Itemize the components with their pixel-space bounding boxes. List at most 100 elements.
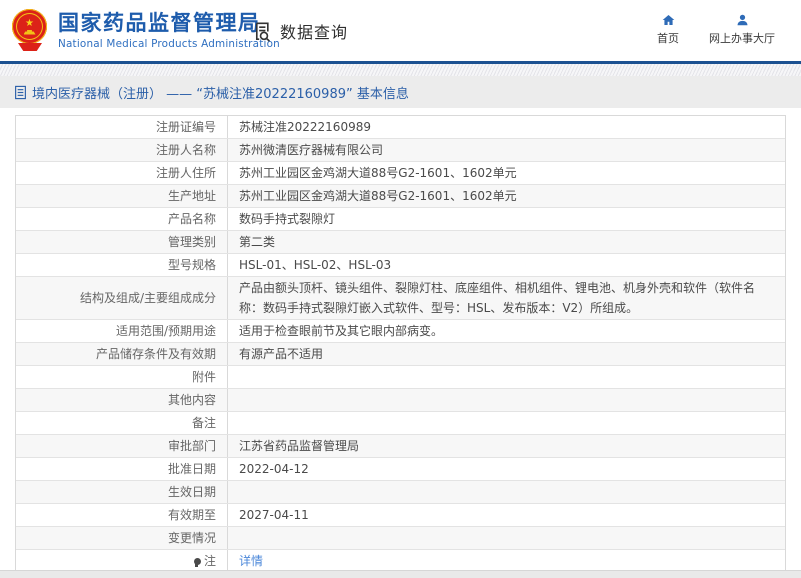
table-row: 产品名称 数码手持式裂隙灯	[16, 208, 785, 231]
row-label: 注册证编号	[16, 116, 228, 138]
agency-title: 国家药品监督管理局	[58, 11, 261, 35]
row-label-text: 批准日期	[167, 462, 216, 476]
row-label-text: 产品储存条件及有效期	[95, 347, 216, 361]
row-label: 审批部门	[16, 435, 228, 457]
table-row: 有效期至 2027-04-11	[16, 504, 785, 527]
row-label: 结构及组成/主要组成成分	[16, 277, 228, 319]
row-value	[228, 481, 785, 503]
row-value-text: 产品由额头顶杆、镜头组件、裂隙灯柱、底座组件、相机组件、锂电池、机身外壳和软件（…	[239, 281, 756, 315]
row-value: 2022-04-12	[228, 458, 785, 480]
row-label: 生产地址	[16, 185, 228, 207]
nav-online-hall-label: 网上办事大厅	[709, 32, 775, 45]
table-row: 适用范围/预期用途 适用于检查眼前节及其它眼内部病变。	[16, 320, 785, 343]
national-emblem-logo: ★	[12, 9, 48, 59]
row-label: 变更情况	[16, 527, 228, 549]
row-value-text: 苏州工业园区金鸡湖大道88号G2-1601、1602单元	[239, 189, 517, 203]
footer-strip	[0, 570, 801, 578]
home-icon	[662, 15, 674, 25]
table-row: 产品储存条件及有效期 有源产品不适用	[16, 343, 785, 366]
nav-home-label: 首页	[657, 32, 679, 45]
row-value	[228, 389, 785, 411]
row-value: HSL-01、HSL-02、HSL-03	[228, 254, 785, 276]
row-value-text: 2022-04-12	[239, 462, 309, 476]
row-label: 注册人住所	[16, 162, 228, 184]
row-label-text: 附件	[191, 370, 216, 384]
note-icon	[193, 557, 201, 567]
row-label: 批准日期	[16, 458, 228, 480]
table-row: 注册人住所 苏州工业园区金鸡湖大道88号G2-1601、1602单元	[16, 162, 785, 185]
document-search-icon	[255, 22, 270, 42]
tiananmen-icon	[23, 29, 36, 35]
table-row: 变更情况	[16, 527, 785, 550]
row-value-text: 苏械注准20222160989	[239, 120, 371, 134]
emblem-ribbon	[18, 43, 42, 51]
row-value: 苏州工业园区金鸡湖大道88号G2-1601、1602单元	[228, 185, 785, 207]
table-row: 备注	[16, 412, 785, 435]
row-label: 产品名称	[16, 208, 228, 230]
table-row: 管理类别 第二类	[16, 231, 785, 254]
top-nav: 首页 网上办事大厅	[657, 13, 775, 46]
row-label: 其他内容	[16, 389, 228, 411]
row-value: 数码手持式裂隙灯	[228, 208, 785, 230]
row-value-text: 数码手持式裂隙灯	[239, 212, 336, 226]
row-value: 有源产品不适用	[228, 343, 785, 365]
row-label-text: 生效日期	[167, 485, 216, 499]
table-row: 审批部门 江苏省药品监督管理局	[16, 435, 785, 458]
nav-data-query[interactable]: 数据查询	[252, 19, 348, 43]
row-label-text: 结构及组成/主要组成成分	[79, 291, 216, 305]
row-value-text: 2027-04-11	[239, 508, 309, 522]
row-label-text: 注册证编号	[155, 120, 216, 134]
row-value: 苏州工业园区金鸡湖大道88号G2-1601、1602单元	[228, 162, 785, 184]
page: ★ 国家药品监督管理局 National Medical Products Ad…	[0, 0, 801, 578]
row-label: 管理类别	[16, 231, 228, 253]
row-value: 第二类	[228, 231, 785, 253]
row-value-text: 苏州工业园区金鸡湖大道88号G2-1601、1602单元	[239, 166, 517, 180]
row-value-text: 江苏省药品监督管理局	[239, 439, 360, 453]
row-label-text: 审批部门	[167, 439, 216, 453]
row-label-text: 型号规格	[167, 258, 216, 272]
row-label-text: 适用范围/预期用途	[115, 324, 216, 338]
row-value-text: HSL-01、HSL-02、HSL-03	[239, 258, 392, 272]
row-label: 备注	[16, 412, 228, 434]
nav-home[interactable]: 首页	[657, 13, 679, 46]
hatched-strip	[0, 64, 801, 76]
row-value-text: 有源产品不适用	[239, 347, 324, 361]
row-label-text: 其他内容	[167, 393, 216, 407]
table-row: 附件	[16, 366, 785, 389]
row-value: 2027-04-11	[228, 504, 785, 526]
row-label: 注册人名称	[16, 139, 228, 161]
user-icon	[737, 14, 747, 26]
row-label-text: 注册人名称	[155, 143, 216, 157]
table-row: 其他内容	[16, 389, 785, 412]
table-row: 结构及组成/主要组成成分 产品由额头顶杆、镜头组件、裂隙灯柱、底座组件、相机组件、…	[16, 277, 785, 320]
row-value-text: 适用于检查眼前节及其它眼内部病变。	[239, 324, 444, 338]
row-label: 有效期至	[16, 504, 228, 526]
row-value	[228, 366, 785, 388]
row-label-text: 注	[203, 554, 216, 569]
row-value: 苏州微清医疗器械有限公司	[228, 139, 785, 161]
row-label-text: 有效期至	[167, 508, 216, 522]
row-label-text: 备注	[191, 416, 216, 430]
nav-online-hall[interactable]: 网上办事大厅	[709, 13, 775, 46]
row-label-text: 变更情况	[167, 531, 216, 545]
breadcrumb: 境内医疗器械（注册） —— “苏械注准20222160989” 基本信息	[0, 76, 801, 108]
table-row: 注册人名称 苏州微清医疗器械有限公司	[16, 139, 785, 162]
agency-subtitle: National Medical Products Administration	[58, 38, 280, 50]
row-label-text: 管理类别	[167, 235, 216, 249]
row-value: 产品由额头顶杆、镜头组件、裂隙灯柱、底座组件、相机组件、锂电池、机身外壳和软件（…	[228, 277, 785, 319]
row-value: 江苏省药品监督管理局	[228, 435, 785, 457]
row-label: 适用范围/预期用途	[16, 320, 228, 342]
row-value-text: 苏州微清医疗器械有限公司	[239, 143, 384, 157]
table-row: 生产地址 苏州工业园区金鸡湖大道88号G2-1601、1602单元	[16, 185, 785, 208]
row-label-text: 生产地址	[167, 189, 216, 203]
row-value-text: 第二类	[239, 235, 276, 249]
table-row: 型号规格 HSL-01、HSL-02、HSL-03	[16, 254, 785, 277]
row-label: 生效日期	[16, 481, 228, 503]
row-value: 适用于检查眼前节及其它眼内部病变。	[228, 320, 785, 342]
agency-title-block: 国家药品监督管理局 National Medical Products Admi…	[58, 11, 280, 50]
emblem-circle-icon: ★	[12, 9, 47, 44]
row-value	[228, 527, 785, 549]
nav-data-query-label: 数据查询	[280, 23, 349, 42]
site-header: ★ 国家药品监督管理局 National Medical Products Ad…	[0, 0, 801, 61]
detail-link[interactable]: 详情	[239, 551, 263, 571]
